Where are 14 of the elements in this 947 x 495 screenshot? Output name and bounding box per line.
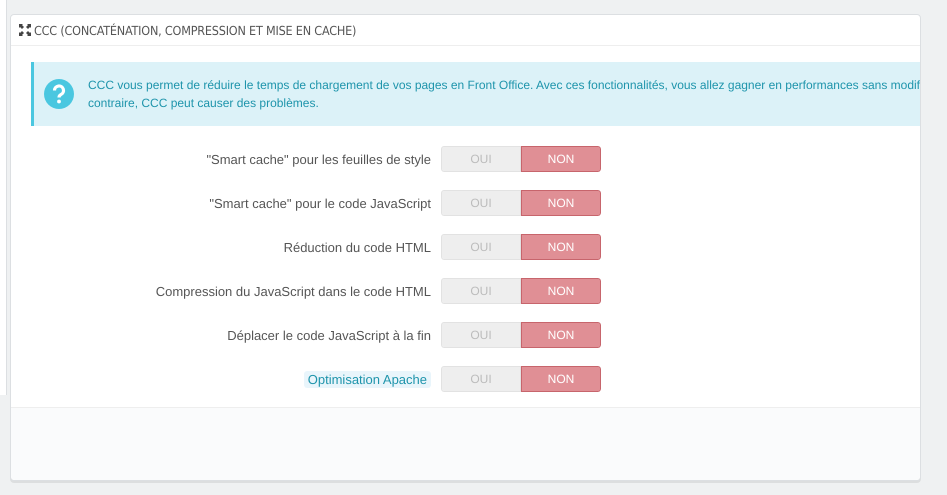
panel-title: CCC (CONCATÉNATION, COMPRESSION ET MISE EN CACHE) — [34, 22, 356, 38]
option-label: Réduction du code HTML — [284, 240, 431, 254]
no-option[interactable]: NON — [521, 146, 601, 172]
no-option[interactable]: NON — [521, 234, 601, 260]
no-option[interactable]: NON — [521, 190, 601, 216]
help-label[interactable]: Optimisation Apache — [304, 370, 431, 388]
no-option[interactable]: NON — [521, 366, 601, 392]
option-label: "Smart cache" pour les feuilles de style — [206, 152, 431, 166]
option-label: Déplacer le code JavaScript à la fin — [227, 328, 431, 342]
no-option[interactable]: NON — [521, 278, 601, 304]
info-text: CCC vous permet de réduire le temps de chargement de vos pages en Front Office. Avec ces fonctionnalités, vous allez gagner en performances sans modif contraire, CCC peut causer des problèmes. — [88, 77, 920, 112]
option-label: Compression du JavaScript dans le code HTML — [156, 284, 431, 298]
option-label: "Smart cache" pour le code JavaScript — [209, 196, 431, 210]
no-option[interactable]: NON — [521, 322, 601, 348]
